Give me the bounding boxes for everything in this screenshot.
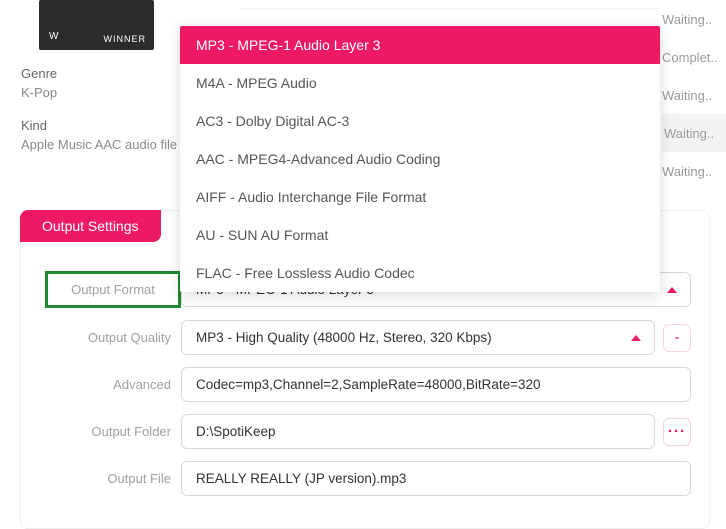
output-quality-select[interactable]: MP3 - High Quality (48000 Hz, Stereo, 32…	[181, 320, 655, 355]
status-item: Waiting..	[662, 0, 726, 38]
dropdown-option[interactable]: AIFF - Audio Interchange File Format	[180, 178, 660, 216]
remove-quality-button[interactable]: -	[663, 324, 691, 352]
output-folder-label: Output Folder	[21, 424, 181, 439]
output-folder-input[interactable]	[181, 414, 655, 449]
dropdown-option[interactable]: AC3 - Dolby Digital AC-3	[180, 102, 660, 140]
output-quality-label: Output Quality	[21, 330, 181, 345]
caret-up-icon	[631, 335, 641, 341]
dropdown-option[interactable]: FLAC - Free Lossless Audio Codec	[180, 254, 660, 292]
browse-folder-button[interactable]: ···	[663, 418, 691, 446]
advanced-label: Advanced	[21, 377, 181, 392]
output-format-dropdown: MP3 - MPEG-1 Audio Layer 3 M4A - MPEG Au…	[180, 26, 660, 292]
album-badge: WINNER	[104, 34, 147, 44]
status-item: Waiting..	[662, 152, 726, 190]
dropdown-option[interactable]: MP3 - MPEG-1 Audio Layer 3	[180, 26, 660, 64]
dropdown-option[interactable]: AU - SUN AU Format	[180, 216, 660, 254]
output-file-input[interactable]	[181, 461, 691, 496]
divider	[240, 8, 660, 18]
status-item: Waiting..	[662, 76, 726, 114]
album-art: W WINNER	[39, 0, 154, 50]
advanced-input[interactable]	[181, 367, 691, 402]
caret-up-icon	[667, 287, 677, 293]
status-item: Complet..	[662, 38, 726, 76]
album-corner: W	[49, 31, 58, 42]
output-file-label: Output File	[21, 471, 181, 486]
output-format-label: Output Format	[45, 271, 181, 308]
status-item: Waiting..	[662, 114, 726, 152]
output-settings-tab[interactable]: Output Settings	[20, 210, 161, 242]
status-column: Waiting.. Complet.. Waiting.. Waiting.. …	[662, 0, 726, 190]
dropdown-option[interactable]: M4A - MPEG Audio	[180, 64, 660, 102]
dropdown-option[interactable]: AAC - MPEG4-Advanced Audio Coding	[180, 140, 660, 178]
